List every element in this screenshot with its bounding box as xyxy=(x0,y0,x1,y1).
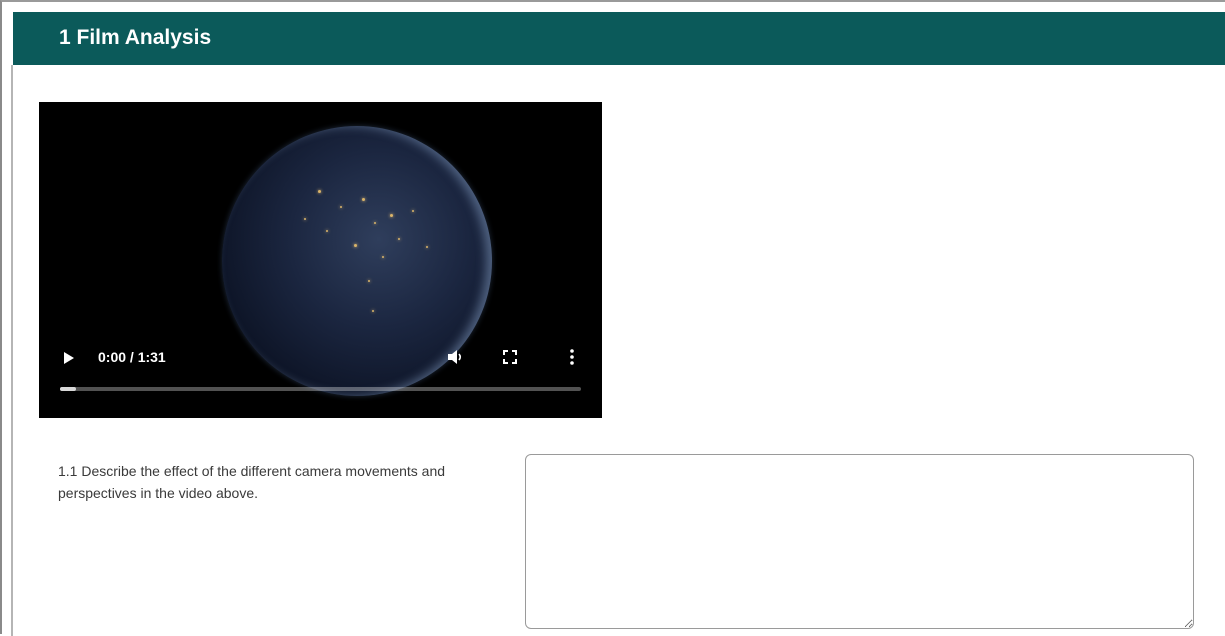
city-light xyxy=(326,230,328,232)
volume-icon[interactable] xyxy=(446,348,464,366)
city-light xyxy=(318,190,321,193)
city-light xyxy=(390,214,393,217)
video-time-display: 0:00 / 1:31 xyxy=(98,349,166,365)
play-icon[interactable] xyxy=(64,352,74,364)
city-light xyxy=(382,256,384,258)
video-player[interactable]: 0:00 / 1:31 xyxy=(39,102,602,418)
city-light xyxy=(368,280,370,282)
city-light xyxy=(374,222,376,224)
answer-textarea[interactable] xyxy=(525,454,1194,629)
fullscreen-icon[interactable] xyxy=(503,350,517,364)
more-vertical-icon[interactable] xyxy=(570,348,574,366)
city-light xyxy=(362,198,365,201)
city-light xyxy=(372,310,374,312)
page-frame: 1 Film Analysis 0:00 / 1:31 1.1 Describe… xyxy=(0,0,1225,636)
section-title: 1 Film Analysis xyxy=(59,26,212,49)
video-progress-fill xyxy=(60,387,76,391)
section-header: 1 Film Analysis xyxy=(13,12,1225,65)
city-light xyxy=(340,206,342,208)
city-light xyxy=(412,210,414,212)
city-light xyxy=(426,246,428,248)
left-divider xyxy=(11,65,13,636)
video-progress-bar[interactable] xyxy=(60,387,581,391)
city-light xyxy=(354,244,357,247)
city-light xyxy=(304,218,306,220)
city-light xyxy=(398,238,400,240)
question-prompt: 1.1 Describe the effect of the different… xyxy=(58,463,446,501)
